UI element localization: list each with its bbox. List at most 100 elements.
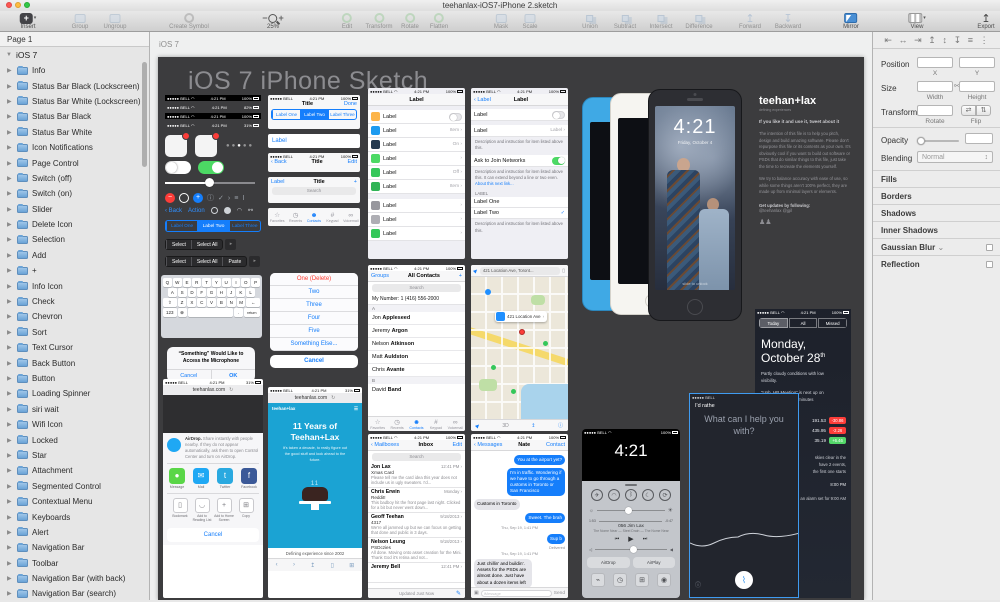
disclosure-closed-icon[interactable]: ▶: [7, 267, 13, 274]
settings-row[interactable]: Label: [368, 110, 465, 124]
ungroup-tool-button[interactable]: Ungroup: [103, 12, 126, 30]
keyboard-key[interactable]: Q: [163, 278, 172, 287]
mail-row[interactable]: Jeremy Bell12:41 PM ›: [368, 563, 465, 583]
cc-app-button[interactable]: ⊞: [635, 573, 649, 587]
segment[interactable]: Label One: [166, 221, 197, 231]
position-x-input[interactable]: [917, 57, 953, 68]
segment[interactable]: Label Three: [229, 221, 260, 231]
keyboard-key[interactable]: W: [173, 278, 182, 287]
map-callout[interactable]: 421 Location Ave›: [495, 311, 547, 322]
keyboard-key[interactable]: D: [188, 288, 197, 297]
backspace-key[interactable]: ←: [246, 298, 260, 307]
settings-detail-mockup[interactable]: ●●●●● BELL ◠4:21 PM100% ‹ LabelLabel Lab…: [471, 88, 568, 259]
sidebar-item[interactable]: ▶Info Icon: [0, 278, 149, 293]
segment[interactable]: Label Three: [328, 110, 356, 119]
siri-info-icon[interactable]: ⓘ: [695, 580, 701, 589]
back-button[interactable]: ‹ Label: [474, 97, 491, 103]
mail-row[interactable]: Jon Lax12:41 PM › Xmas Card Please tell …: [368, 463, 465, 488]
disclosure-closed-icon[interactable]: ▶: [7, 190, 13, 197]
align-button[interactable]: ↕: [942, 35, 947, 45]
numbers-key[interactable]: 123: [163, 308, 177, 317]
export-tool-button[interactable]: ↥Export: [977, 12, 994, 30]
align-button[interactable]: ≡: [968, 35, 973, 45]
share-app-button[interactable]: tTwitter: [217, 468, 233, 489]
airplay-button[interactable]: AirPlay: [633, 557, 676, 568]
tab-item[interactable]: #Keypad: [323, 212, 341, 223]
keyboard-key[interactable]: J: [227, 288, 236, 297]
keyboard-key[interactable]: Y: [212, 278, 221, 287]
disclosure-closed-icon[interactable]: ▶: [7, 298, 13, 305]
view-tool-button[interactable]: ▾View: [908, 12, 926, 30]
keyboard-key[interactable]: R: [192, 278, 201, 287]
safari-toolbar-icon[interactable]: ⊞: [349, 562, 354, 569]
tab-item[interactable]: ☆Favorites: [368, 419, 387, 430]
sidebar-item[interactable]: ▶Status Bar Black (Lockscreen): [0, 78, 149, 93]
keyboard-key[interactable]: B: [217, 298, 226, 307]
hamburger-icon[interactable]: ☰: [354, 406, 358, 412]
sidebar-item[interactable]: ▶Info: [0, 63, 149, 78]
slider[interactable]: [165, 182, 255, 184]
segment[interactable]: Label Two: [300, 110, 328, 119]
return-key[interactable]: return: [244, 308, 260, 317]
disclosure-closed-icon[interactable]: ▶: [7, 498, 13, 505]
share-sheet-mockup[interactable]: ●●●●● BELL4:21 PM31% teehanlax.com↻ AirD…: [163, 379, 263, 598]
contact-row[interactable]: Jon Appleseed: [368, 312, 465, 325]
edit-tool-button[interactable]: Edit: [342, 12, 352, 30]
action-sheet-item[interactable]: Four: [270, 312, 358, 325]
rotate-tool-button[interactable]: Rotate: [401, 12, 419, 30]
cc-toggle-button[interactable]: ✈: [591, 489, 603, 501]
directions-icon[interactable]: ▶: [472, 267, 479, 274]
action-sheet-mockup[interactable]: One (Delete)TwoThreeFourFiveSomething El…: [270, 273, 358, 368]
sidebar-item[interactable]: ▶Navigation Bar (search): [0, 586, 149, 601]
safari-toolbar-icon[interactable]: ‹: [276, 562, 278, 568]
sidebar-item[interactable]: ▶Status Bar Black: [0, 109, 149, 124]
safari-toolbar-icon[interactable]: ›: [293, 562, 295, 568]
sidebar-item[interactable]: ▶Add: [0, 248, 149, 263]
keyboard-key[interactable]: A: [168, 288, 177, 297]
sidebar-item[interactable]: ▶Loading Spinner: [0, 386, 149, 401]
contact-button[interactable]: Contact: [546, 442, 565, 448]
globe-key[interactable]: ⊕: [178, 308, 187, 317]
camera-icon[interactable]: ▣: [474, 590, 479, 596]
position-y-input[interactable]: [959, 57, 995, 68]
action-sheet-cancel[interactable]: Cancel: [270, 355, 358, 368]
flip-vertical-button[interactable]: ⇅: [976, 105, 991, 116]
align-button[interactable]: ↥: [928, 35, 936, 46]
mail-row[interactable]: Chris ErwinMonday › Reddit! This badboy …: [368, 488, 465, 513]
safari-11years-mockup[interactable]: ●●●●● BELL4:21 PM31% teehanlax.com↻ teeh…: [268, 387, 362, 598]
contact-row[interactable]: Matt Auldston: [368, 351, 465, 364]
cc-toggle-button[interactable]: ◠: [608, 489, 620, 501]
next-track-button[interactable]: ⏭: [643, 536, 648, 542]
sidebar-item[interactable]: ▶+: [0, 263, 149, 278]
keyboard-key[interactable]: H: [217, 288, 226, 297]
disclosure-closed-icon[interactable]: ▶: [7, 144, 13, 151]
section-shadows[interactable]: Shadows: [873, 204, 1000, 221]
height-input[interactable]: [959, 81, 995, 92]
option-row-selected[interactable]: Label Two✓: [471, 208, 568, 219]
segment[interactable]: Label One: [272, 110, 300, 119]
artboard-label[interactable]: iOS 7: [159, 40, 179, 49]
keyboard-key[interactable]: N: [227, 298, 236, 307]
tab-item[interactable]: ☻Contacts: [407, 419, 426, 430]
back-action-row[interactable]: ‹ Back Action ◠ ⚯: [165, 207, 253, 214]
sidebar-item[interactable]: ▶Switch (off): [0, 171, 149, 186]
keyboard-key[interactable]: P: [251, 278, 260, 287]
disclosure-closed-icon[interactable]: ▶: [7, 483, 13, 490]
keyboard-key[interactable]: L: [246, 288, 255, 297]
menu-item[interactable]: Select All: [191, 257, 223, 266]
sidebar-item[interactable]: ▶Delete Icon: [0, 217, 149, 232]
page-control-dots[interactable]: ●●●●●: [226, 143, 254, 149]
settings-row[interactable]: Label›: [368, 227, 465, 241]
menu-item[interactable]: Select: [166, 240, 191, 249]
back-button[interactable]: ‹ Back: [271, 159, 287, 165]
disclosure-closed-icon[interactable]: ▶: [7, 129, 13, 136]
sidebar-item[interactable]: ▶Slider: [0, 202, 149, 217]
safari-toolbar-icon[interactable]: ▯: [331, 562, 334, 569]
zoom-in-button[interactable]: +: [279, 13, 284, 23]
disclosure-open-icon[interactable]: ▼: [6, 52, 12, 58]
disclosure-closed-icon[interactable]: ▶: [7, 98, 13, 105]
iphone-photo-group[interactable]: 4:21 Friday, October 4 slide to unlock: [582, 89, 762, 321]
settings-row[interactable]: LabelOn ›: [368, 138, 465, 152]
siri-mockup-selected[interactable]: ●●●●● BELL I'd rathe What can I help you…: [689, 393, 799, 598]
status-bar-black[interactable]: ●●●●● BELL ◠4:21 PM100%: [165, 113, 261, 119]
